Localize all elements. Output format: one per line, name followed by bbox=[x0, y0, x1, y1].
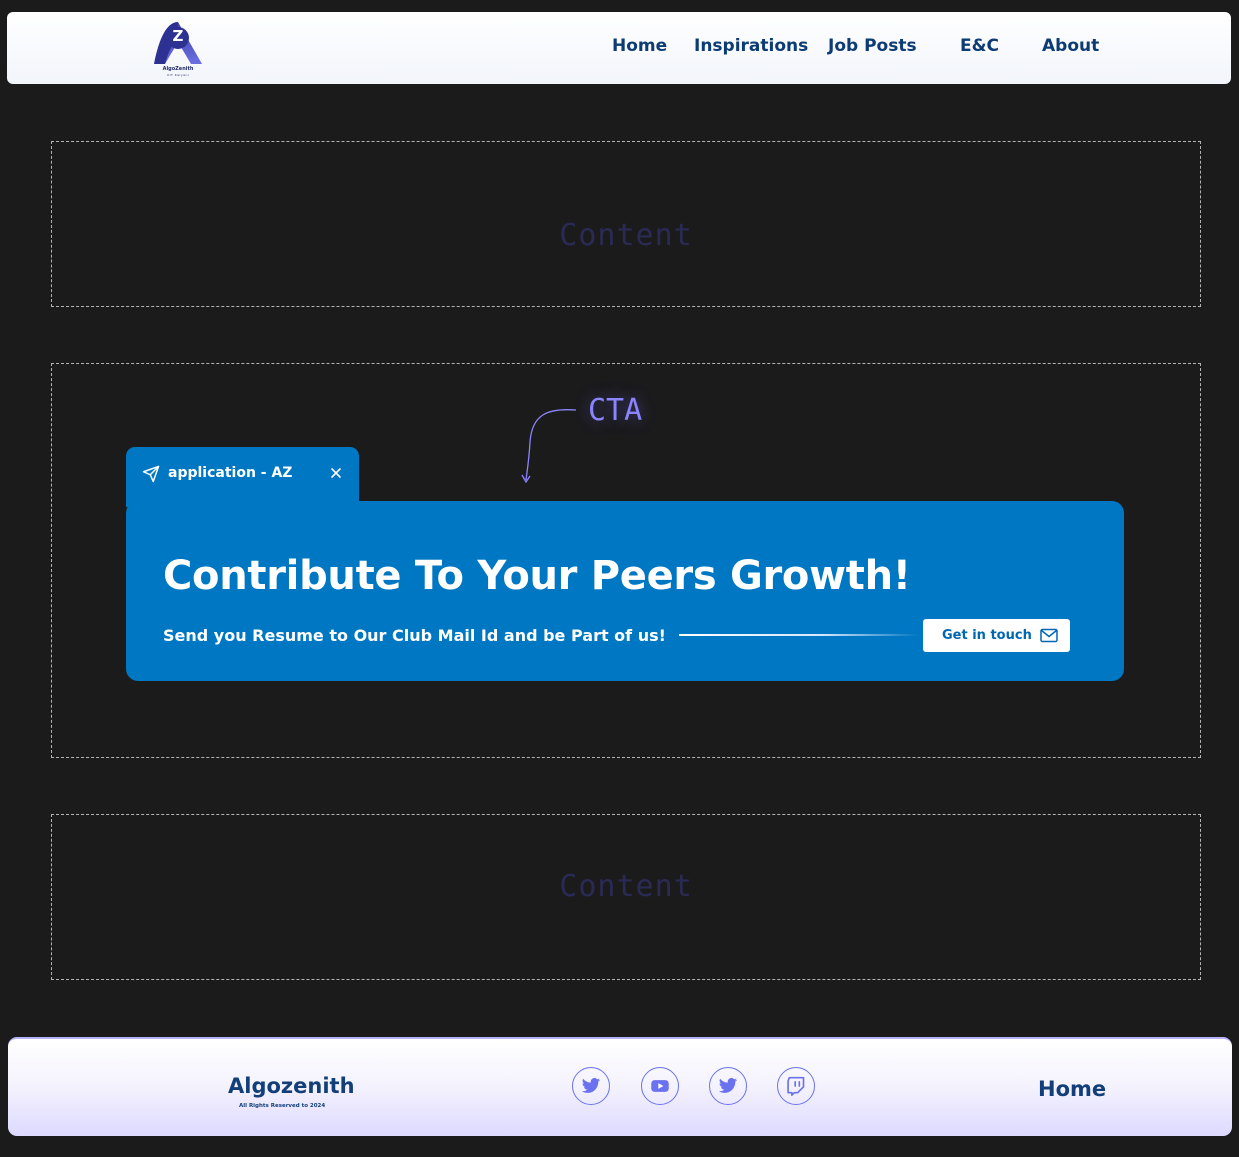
get-in-touch-button[interactable]: Get in touch bbox=[923, 619, 1070, 652]
nav-home[interactable]: Home bbox=[612, 36, 667, 56]
twitch-link[interactable] bbox=[777, 1067, 815, 1105]
cta-divider-line bbox=[679, 634, 919, 636]
twitter-icon bbox=[581, 1078, 601, 1093]
twitch-icon bbox=[787, 1076, 805, 1096]
site-header: Z AlgoZenith IIIT Kalyani Home Inspirati… bbox=[7, 12, 1231, 84]
logo-name: AlgoZenith bbox=[162, 66, 194, 72]
twitter-link[interactable] bbox=[572, 1067, 610, 1105]
application-tab[interactable]: application - AZ bbox=[126, 447, 359, 507]
footer-brand: Algozenith bbox=[228, 1074, 355, 1098]
youtube-link[interactable] bbox=[641, 1067, 679, 1105]
footer-home-link[interactable]: Home bbox=[1038, 1077, 1106, 1101]
cta-title: Contribute To Your Peers Growth! bbox=[163, 553, 911, 599]
mail-icon bbox=[1040, 628, 1058, 643]
footer-copyright: All Rights Reserved to 2024 bbox=[239, 1103, 326, 1109]
content-section-top: Content bbox=[51, 141, 1201, 307]
cta-card: Contribute To Your Peers Growth! Send yo… bbox=[126, 501, 1124, 681]
get-in-touch-label: Get in touch bbox=[942, 628, 1032, 643]
cta-subtitle: Send you Resume to Our Club Mail Id and … bbox=[163, 626, 666, 645]
logo-subtitle: IIIT Kalyani bbox=[166, 73, 190, 77]
content-section-bottom: Content bbox=[51, 814, 1201, 980]
tab-title: application - AZ bbox=[168, 465, 293, 481]
close-icon[interactable] bbox=[329, 466, 343, 480]
twitter-link-2[interactable] bbox=[709, 1067, 747, 1105]
cta-arrow-icon bbox=[521, 408, 577, 484]
nav-job-posts[interactable]: Job Posts bbox=[828, 36, 917, 56]
nav-inspirations[interactable]: Inspirations bbox=[694, 36, 808, 56]
cta-annotation-label: CTA bbox=[588, 393, 643, 428]
content-placeholder-bottom: Content bbox=[559, 869, 693, 904]
nav-about[interactable]: About bbox=[1042, 36, 1099, 56]
algozenith-logo[interactable]: Z AlgoZenith IIIT Kalyani bbox=[147, 20, 209, 77]
nav-ec[interactable]: E&C bbox=[960, 36, 999, 56]
youtube-icon bbox=[651, 1080, 669, 1092]
twitter-icon bbox=[718, 1078, 738, 1093]
content-placeholder-top: Content bbox=[559, 218, 693, 253]
send-icon bbox=[142, 465, 160, 483]
logo-letter: Z bbox=[172, 27, 184, 45]
site-footer: Algozenith All Rights Reserved to 2024 H… bbox=[8, 1037, 1232, 1136]
